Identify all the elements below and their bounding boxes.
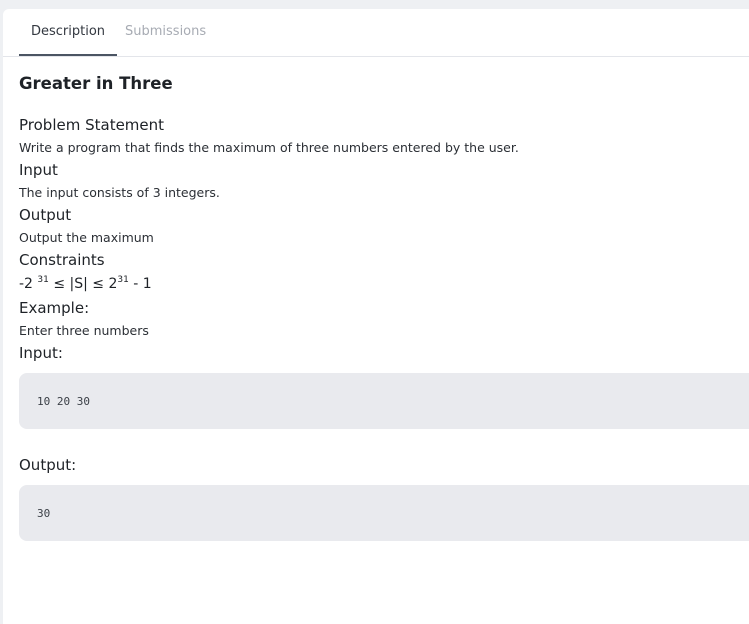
statement-heading: Problem Statement [19, 116, 165, 134]
constraint-prefix: -2 [19, 276, 38, 292]
input-heading: Input [19, 161, 58, 179]
output-text: Output the maximum [19, 230, 154, 245]
example-input-code-block: 10 20 30 [19, 373, 749, 429]
problem-title: Greater in Three [19, 74, 173, 93]
constraint-formula: -2 31 ≤ |S| ≤ 231 - 1 [19, 275, 152, 292]
example-output-value: 30 [37, 507, 51, 520]
example-heading: Example: [19, 299, 90, 317]
example-input-value: 10 20 30 [37, 395, 90, 408]
tab-description[interactable]: Description [19, 9, 118, 56]
constraint-exponent-1: 31 [37, 275, 49, 285]
constraint-exponent-2: 31 [117, 275, 129, 285]
constraints-heading: Constraints [19, 251, 105, 269]
tab-submissions[interactable]: Submissions [113, 9, 218, 56]
problem-panel: Description Submissions Greater in Three… [3, 9, 749, 624]
output-heading: Output [19, 206, 72, 224]
tab-bar: Description Submissions [3, 9, 749, 57]
input-text: The input consists of 3 integers. [19, 185, 220, 200]
constraint-middle: ≤ |S| ≤ 2 [48, 276, 118, 292]
example-input-label: Input: [19, 344, 63, 362]
constraint-suffix: - 1 [128, 276, 152, 292]
example-text: Enter three numbers [19, 323, 149, 338]
statement-text: Write a program that finds the maximum o… [19, 140, 519, 155]
example-output-code-block: 30 [19, 485, 749, 541]
example-output-label: Output: [19, 456, 77, 474]
